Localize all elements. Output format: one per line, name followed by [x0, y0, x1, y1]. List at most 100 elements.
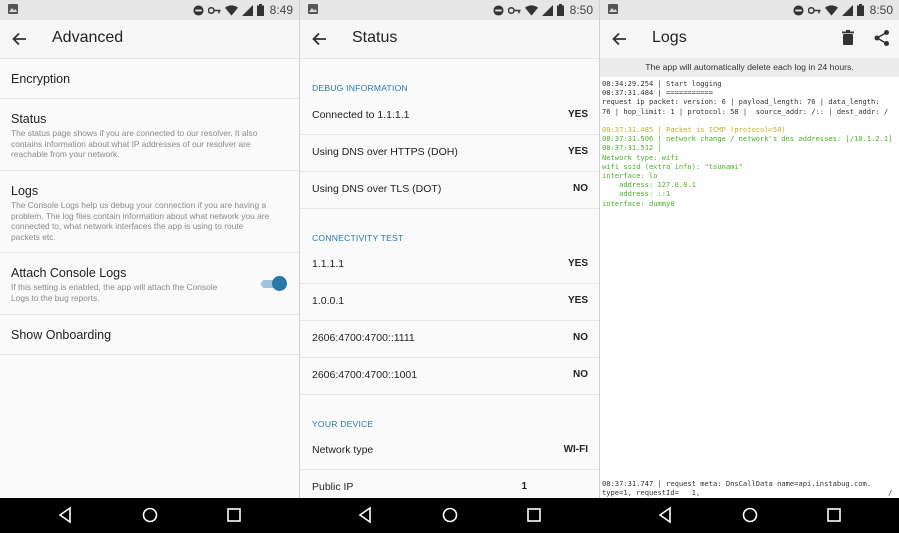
log-output: 08:34:29.254 | Start logging 08:37:31.484… [602, 79, 897, 227]
nav-recents-icon[interactable] [225, 506, 243, 524]
status-label: 2606:4700:4700::1111 [312, 332, 415, 344]
menu-item-title: Status [11, 112, 47, 126]
nav-home-icon[interactable] [141, 506, 159, 524]
menu-item-attach-console-logs[interactable]: Attach Console Logs If this setting is e… [0, 253, 299, 315]
log-line: 08:37:31.485 | Packet is ICMP (protocol=… [602, 125, 786, 135]
image-notification-icon [608, 4, 618, 14]
logs-screen: 8:50 Logs The app will automatically del… [600, 0, 899, 498]
delete-icon[interactable] [839, 29, 857, 47]
status-label: Using DNS over HTTPS (DOH) [312, 146, 458, 158]
do-not-disturb-icon [193, 4, 204, 16]
status-value: YES [567, 146, 588, 157]
advanced-screen: 8:49 Advanced Encryption Status The stat… [0, 0, 299, 498]
log-line: 08:37:31.484 | =========== [602, 88, 714, 98]
status-row: Connected to 1.1.1.1 YES [300, 97, 599, 135]
nav-home-icon[interactable] [741, 506, 759, 524]
log-line: Network type: wifi [602, 152, 679, 162]
menu-item-status[interactable]: Status The status page shows if you are … [0, 99, 299, 171]
menu-item-show-onboarding[interactable]: Show Onboarding [0, 315, 299, 355]
status-row: Network type WI-FI [300, 432, 599, 470]
log-line: 08:37:31.512 | [602, 143, 662, 153]
status-value: NO [573, 369, 588, 380]
log-line: request ip packet: version: 6 | payload_… [602, 97, 880, 107]
nav-back-icon[interactable] [357, 506, 375, 524]
image-notification-icon [308, 4, 318, 14]
section-header-device: YOUR DEVICE [312, 419, 374, 429]
menu-item-encryption[interactable]: Encryption [0, 59, 299, 99]
toggle-knob [272, 276, 287, 291]
menu-item-description: The Console Logs help us debug your conn… [11, 200, 270, 242]
battery-icon [856, 4, 864, 16]
back-arrow-icon[interactable] [310, 29, 330, 49]
back-arrow-icon[interactable] [610, 29, 630, 49]
status-label: 2606:4700:4700::1001 [312, 369, 418, 381]
status-bar: 8:49 [0, 0, 299, 20]
menu-item-title: Encryption [11, 72, 71, 86]
status-label: Network type [312, 444, 374, 456]
cell-signal-icon [541, 4, 553, 16]
status-value: WI-FI [563, 444, 588, 455]
battery-icon [556, 4, 564, 16]
app-bar: Status [300, 20, 599, 59]
app-bar: Advanced [0, 20, 299, 59]
wifi-icon [524, 4, 538, 16]
cell-signal-icon [241, 4, 253, 16]
nav-back-icon[interactable] [657, 506, 675, 524]
log-line: address: ::1 [602, 189, 671, 199]
app-bar: Logs [600, 20, 899, 59]
wifi-icon [824, 4, 838, 16]
nav-recents-icon[interactable] [825, 506, 843, 524]
status-row: 2606:4700:4700::1111 NO [300, 320, 599, 358]
menu-item-title: Attach Console Logs [11, 266, 127, 280]
do-not-disturb-icon [493, 4, 504, 16]
nav-home-icon[interactable] [441, 506, 459, 524]
cell-signal-icon [841, 4, 853, 16]
menu-item-title: Show Onboarding [11, 328, 112, 342]
log-line: address: 127.0.0.1 [602, 180, 696, 190]
log-line: 08:37:31.506 | network change / network'… [602, 134, 893, 144]
menu-item-title: Logs [11, 184, 39, 198]
back-arrow-icon[interactable] [10, 29, 30, 49]
battery-icon [256, 4, 264, 16]
log-line: 76 | hop_limit: 1 | protocol: 58 | sourc… [602, 106, 889, 116]
nav-back-icon[interactable] [57, 506, 75, 524]
attach-logs-toggle[interactable] [261, 276, 287, 292]
status-value: YES [567, 295, 588, 306]
page-title: Logs [652, 29, 687, 46]
vpn-key-icon [507, 6, 521, 14]
status-label: 1.1.1.1 [312, 258, 345, 270]
status-row: Using DNS over TLS (DOT) NO [300, 171, 599, 209]
page-title: Status [352, 29, 398, 46]
status-label: Connected to 1.1.1.1 [312, 109, 410, 121]
status-value: YES [567, 258, 588, 269]
log-line: wifi ssid (extra info): "tsunami" [602, 161, 743, 171]
navigation-bar [0, 498, 899, 533]
log-line: type=1, requestId= 1, / [602, 488, 893, 498]
status-time: 8:50 [869, 3, 893, 17]
status-value: NO [573, 183, 588, 194]
status-bar: 8:50 [300, 0, 599, 20]
log-line: 08:37:31.747 | request meta: DnsCallData… [602, 479, 872, 488]
log-line: 08:34:29.254 | Start logging [602, 79, 722, 88]
status-value: YES [567, 109, 588, 120]
status-label: 1.0.0.1 [312, 295, 345, 307]
log-line: interface: dummy0 [602, 198, 675, 208]
status-label: Using DNS over TLS (DOT) [312, 183, 442, 195]
status-row: 1.0.0.1 YES [300, 283, 599, 321]
do-not-disturb-icon [793, 4, 804, 16]
menu-item-logs[interactable]: Logs The Console Logs help us debug your… [0, 171, 299, 253]
nav-recents-icon[interactable] [525, 506, 543, 524]
status-row: Public IP 1 [300, 469, 599, 498]
wifi-icon [224, 4, 238, 16]
section-header-connectivity: CONNECTIVITY TEST [312, 233, 404, 243]
section-header-debug: DEBUG INFORMATION [312, 83, 408, 93]
status-time: 8:50 [569, 3, 593, 17]
share-icon[interactable] [873, 29, 891, 47]
image-notification-icon [8, 4, 18, 14]
status-value: NO [573, 332, 588, 343]
vpn-key-icon [207, 6, 221, 14]
auto-delete-banner: The app will automatically delete each l… [600, 58, 899, 77]
status-row: Using DNS over HTTPS (DOH) YES [300, 134, 599, 172]
status-row: 2606:4700:4700::1001 NO [300, 357, 599, 395]
